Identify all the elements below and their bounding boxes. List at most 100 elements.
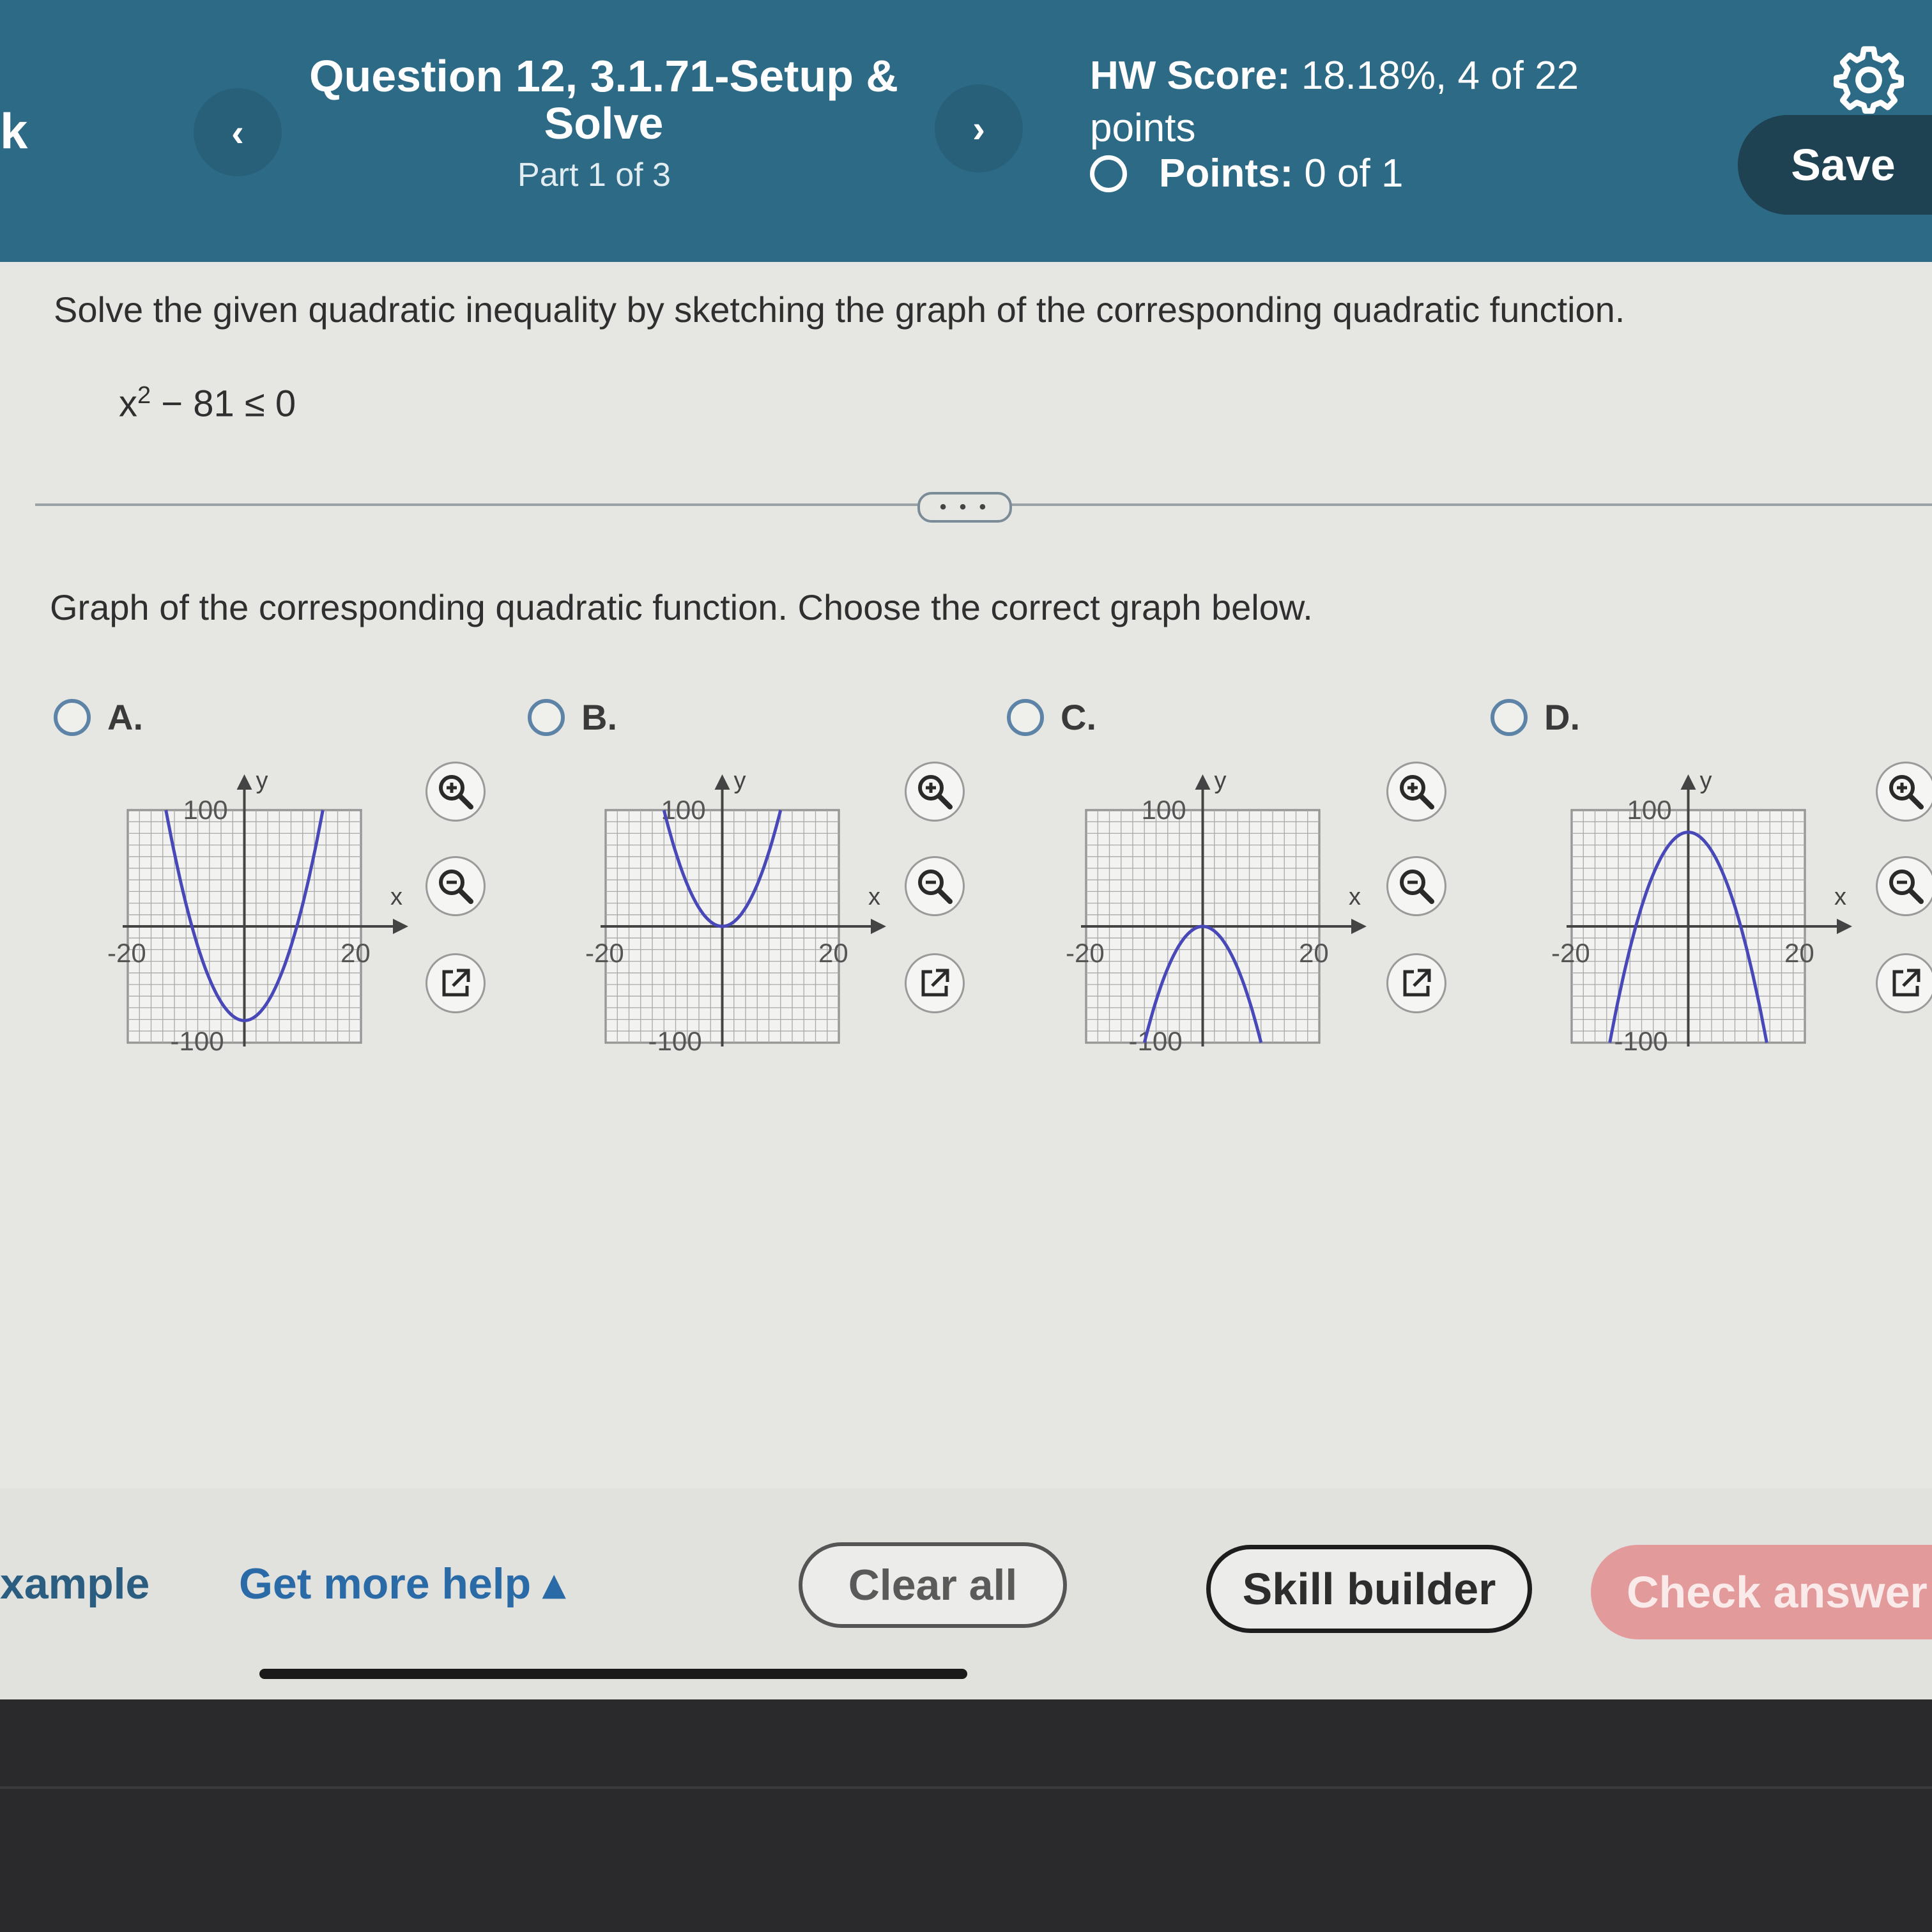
x-min-tick-label: -20 (585, 938, 624, 968)
option-b-label: B. (581, 697, 617, 737)
graph-option-d: x y -20 20 100 -100 (1551, 767, 1852, 1056)
chevron-left-icon: ‹ (231, 111, 244, 154)
zoom-in-button[interactable] (1876, 762, 1932, 822)
x-axis-name: x (868, 884, 880, 910)
option-a-radio[interactable] (54, 698, 91, 736)
option-d-radio[interactable] (1491, 698, 1528, 736)
x-axis-arrow (393, 919, 408, 934)
zoom-out-icon (918, 870, 953, 904)
x-min-tick-label: -20 (107, 938, 146, 968)
previous-question-button[interactable]: ‹ (194, 88, 282, 176)
truncated-left-text: k (0, 103, 28, 159)
option-c-radio[interactable] (1007, 698, 1044, 736)
zoom-in-icon (439, 775, 473, 809)
points-value: 0 of 1 (1304, 151, 1404, 195)
graph-option-c: x y -20 20 100 -100 (1066, 767, 1367, 1056)
inequality: x2 − 81 ≤ 0 (119, 382, 296, 425)
x-axis-name: x (1349, 884, 1361, 910)
answer-prompt: Graph of the corresponding quadratic fun… (50, 587, 1313, 627)
x-axis-arrow (1837, 919, 1852, 934)
zoom-in-icon (1400, 775, 1434, 809)
zoom-out-button[interactable] (1386, 856, 1446, 916)
y-max-tick-label: 100 (1627, 795, 1672, 825)
zoom-out-button[interactable] (905, 856, 965, 916)
option-c[interactable]: C. (1007, 696, 1096, 738)
y-axis-name: y (1215, 767, 1227, 794)
open-in-new-window-button[interactable] (425, 953, 486, 1013)
option-a[interactable]: A. (54, 696, 143, 738)
zoom-in-button[interactable] (905, 762, 965, 822)
bezel-edge (0, 1786, 1932, 1789)
y-axis-arrow (236, 774, 252, 790)
zoom-in-button[interactable] (1386, 762, 1446, 822)
settings-gear-icon[interactable] (1834, 43, 1904, 114)
question-header: k ‹ Question 12, 3.1.71-Setup & Solve Pa… (0, 0, 1932, 262)
inequality-exponent: 2 (137, 382, 151, 409)
question-part: Part 1 of 3 (518, 157, 671, 194)
x-min-tick-label: -20 (1066, 938, 1105, 968)
x-axis-arrow (871, 919, 886, 934)
zoom-in-icon (918, 775, 953, 809)
y-axis-name: y (734, 767, 746, 794)
external-link-icon (921, 969, 949, 997)
open-in-new-window-button[interactable] (905, 953, 965, 1013)
x-axis-name: x (390, 884, 402, 910)
device-bezel (0, 1699, 1932, 1932)
y-min-tick-label: -100 (171, 1026, 224, 1056)
question-instruction: Solve the given quadratic inequality by … (54, 289, 1625, 330)
clear-all-button[interactable]: Clear all (799, 1542, 1067, 1628)
y-axis-arrow (1680, 774, 1696, 790)
option-b-radio[interactable] (528, 698, 565, 736)
y-axis-name: y (1700, 767, 1712, 794)
option-c-label: C. (1061, 697, 1096, 737)
zoom-out-icon (1400, 870, 1434, 904)
x-axis-arrow (1351, 919, 1367, 934)
zoom-in-button[interactable] (425, 762, 486, 822)
y-axis-arrow (1195, 774, 1211, 790)
option-d-label: D. (1544, 697, 1580, 737)
save-button[interactable]: Save (1738, 115, 1932, 215)
open-in-new-window-button[interactable] (1876, 953, 1932, 1013)
option-d[interactable]: D. (1491, 696, 1580, 738)
y-axis-arrow (714, 774, 730, 790)
graph-option-a: x y -20 20 100 -100 (107, 767, 408, 1056)
x-min-tick-label: -20 (1551, 938, 1590, 968)
y-max-tick-label: 100 (183, 795, 228, 825)
y-max-tick-label: 100 (1142, 795, 1186, 825)
zoom-out-button[interactable] (425, 856, 486, 916)
option-a-label: A. (107, 697, 143, 737)
skill-builder-button[interactable]: Skill builder (1206, 1545, 1532, 1633)
horizontal-scrollbar[interactable] (259, 1669, 967, 1679)
get-more-help-link[interactable]: Get more help ▴ (239, 1559, 565, 1609)
x-max-tick-label: 20 (1299, 938, 1329, 968)
option-b[interactable]: B. (528, 696, 617, 738)
inequality-base: x (119, 383, 137, 425)
inequality-rest: − 81 ≤ 0 (151, 383, 296, 425)
zoom-out-icon (1889, 870, 1924, 904)
zoom-out-icon (439, 870, 473, 904)
zoom-out-button[interactable] (1876, 856, 1932, 916)
points-indicator: Points: 0 of 1 (1090, 151, 1403, 196)
external-link-icon (442, 969, 470, 997)
y-min-tick-label: -100 (1129, 1026, 1183, 1056)
expand-collapse-button[interactable]: • • • (917, 492, 1012, 523)
points-status-icon (1090, 155, 1127, 192)
graph-option-b: xy-20 20100-100 (585, 767, 886, 1056)
external-link-icon (1892, 969, 1920, 997)
points-label: Points: (1159, 151, 1294, 195)
x-max-tick-label: 20 (818, 938, 848, 968)
external-link-icon (1403, 969, 1431, 997)
x-axis-name: x (1834, 884, 1846, 910)
open-in-new-window-button[interactable] (1386, 953, 1446, 1013)
next-question-button[interactable]: › (935, 84, 1023, 172)
question-title: Question 12, 3.1.71-Setup & Solve (309, 51, 898, 148)
y-min-tick-label: -100 (1614, 1026, 1668, 1056)
x-max-tick-label: 20 (1784, 938, 1814, 968)
y-axis-name: y (256, 767, 268, 794)
check-answer-button[interactable]: Check answer (1591, 1545, 1932, 1639)
view-example-link[interactable]: xample (0, 1559, 150, 1609)
chevron-right-icon: › (972, 107, 985, 150)
hw-score-label: HW Score: (1090, 54, 1291, 98)
zoom-in-icon (1889, 775, 1924, 809)
hw-score: HW Score: 18.18%, 4 of 22 points (1090, 50, 1627, 155)
